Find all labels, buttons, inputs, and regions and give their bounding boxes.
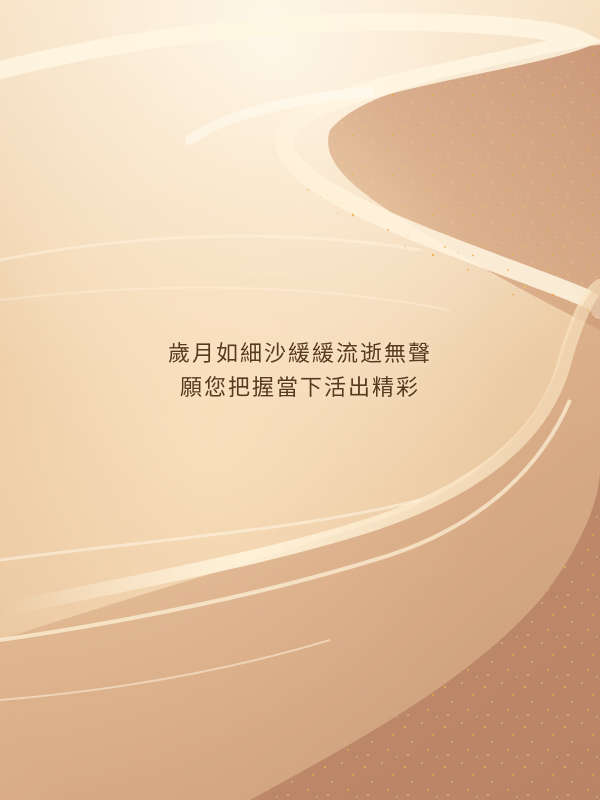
quote-line-2: 願您把握當下活出精彩 — [179, 376, 420, 401]
greeting-card: 歲月如細沙緩緩流逝無聲 願您把握當下活出精彩 — [0, 0, 600, 800]
quote-line-1: 歲月如細沙緩緩流逝無聲 — [167, 342, 432, 367]
greeting-text: 歲月如細沙緩緩流逝無聲 願您把握當下活出精彩 — [0, 338, 600, 406]
